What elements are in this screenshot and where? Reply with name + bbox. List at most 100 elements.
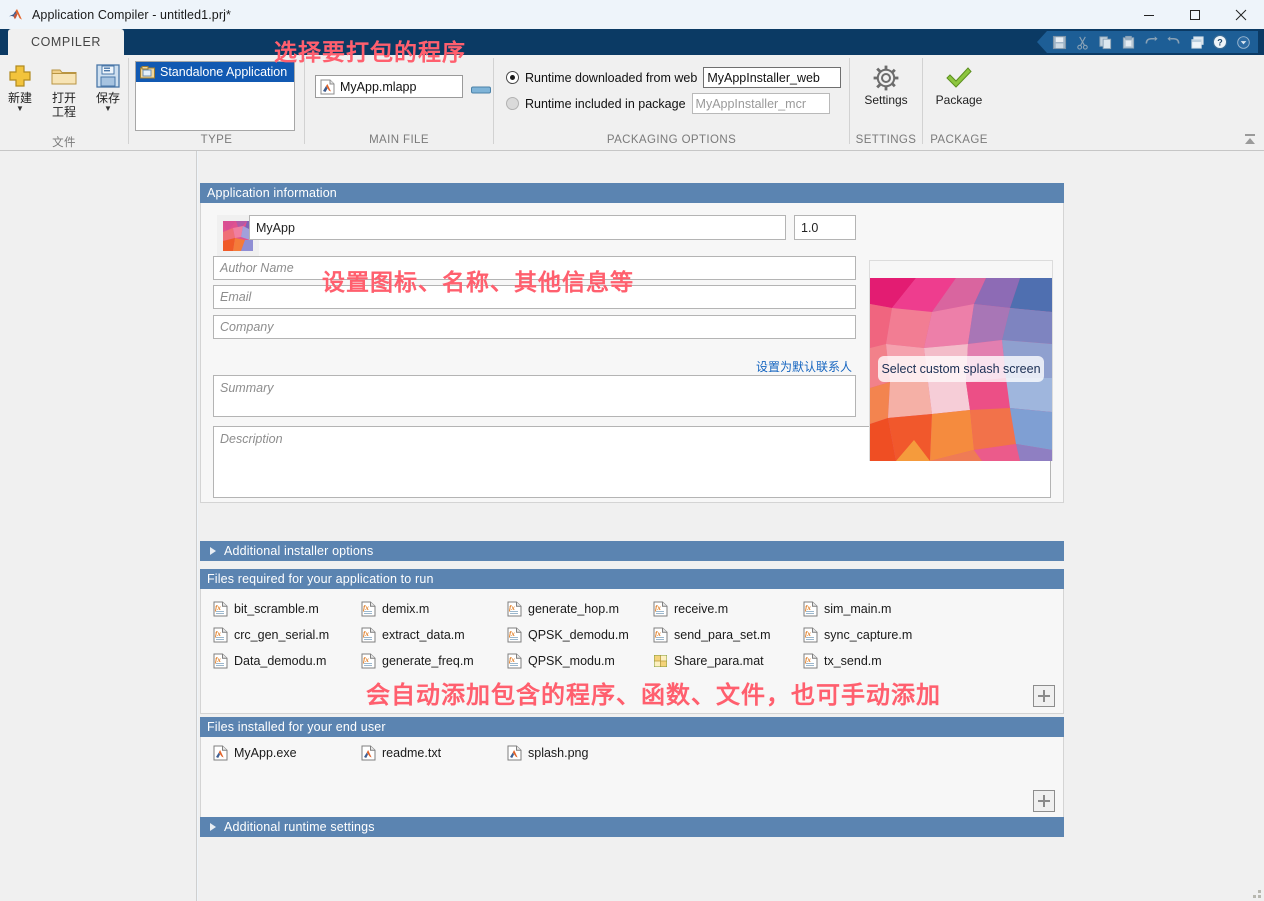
quick-access-buttons: ?	[1047, 31, 1258, 53]
type-listbox[interactable]: Standalone Application	[135, 61, 295, 131]
copy-icon[interactable]	[1095, 33, 1115, 52]
help-icon[interactable]: ?	[1210, 33, 1230, 52]
svg-text:fx: fx	[215, 630, 221, 638]
m-file-icon: fx	[803, 653, 818, 669]
close-button[interactable]	[1218, 0, 1264, 29]
group-label-settings: SETTINGS	[855, 134, 917, 146]
list-item[interactable]: MyApp.exe	[213, 745, 297, 761]
m-file-icon: fx	[803, 601, 818, 617]
mlapp-file-icon	[320, 79, 335, 95]
list-item[interactable]: fx tx_send.m	[803, 653, 882, 669]
email-field[interactable]: Email	[213, 285, 856, 309]
maximize-button[interactable]	[1172, 0, 1218, 29]
file-name: QPSK_modu.m	[528, 654, 615, 668]
company-field[interactable]: Company	[213, 315, 856, 339]
save-icon[interactable]	[1049, 33, 1069, 52]
radio-runtime-included[interactable]	[506, 97, 519, 110]
list-item[interactable]: readme.txt	[361, 745, 441, 761]
panel-header-additional-installer-options[interactable]: Additional installer options	[200, 541, 1064, 561]
group-label-package: PACKAGE	[930, 134, 988, 146]
redo-icon[interactable]	[1164, 33, 1184, 52]
main-file-field[interactable]: MyApp.mlapp	[315, 75, 463, 98]
list-item[interactable]: fx generate_hop.m	[507, 601, 619, 617]
m-file-icon: fx	[803, 627, 818, 643]
list-item[interactable]: fx receive.m	[653, 601, 728, 617]
list-item[interactable]: fx QPSK_modu.m	[507, 653, 615, 669]
file-name: splash.png	[528, 746, 589, 760]
list-item[interactable]: fx extract_data.m	[361, 627, 465, 643]
ribbon-group-file: 新建 ▼ 打开 工程 保存 ▼ 文件	[0, 55, 128, 151]
settings-button[interactable]: Settings	[854, 61, 918, 107]
qat-left-cap	[1037, 31, 1047, 53]
radio-runtime-web[interactable]	[506, 71, 519, 84]
group-label-packaging-options: PACKAGING OPTIONS	[606, 134, 737, 146]
file-name: Share_para.mat	[674, 654, 764, 668]
list-item[interactable]: fx Data_demodu.m	[213, 653, 326, 669]
tab-compiler[interactable]: COMPILER	[8, 29, 124, 55]
ribbon-tab-strip: COMPILER ?	[0, 29, 1264, 55]
resize-grip[interactable]	[1248, 885, 1261, 898]
summary-field[interactable]: Summary	[213, 375, 856, 417]
paste-icon[interactable]	[1118, 33, 1138, 52]
ribbon-group-package: Package PACKAGE	[923, 55, 995, 151]
standalone-app-icon	[140, 65, 155, 79]
remove-main-file-button[interactable]	[471, 82, 491, 93]
chevron-down-icon[interactable]: ▼	[16, 104, 24, 113]
add-files-installed-button[interactable]	[1033, 790, 1055, 812]
list-item[interactable]: Share_para.mat	[653, 653, 764, 669]
layout-icon[interactable]	[1187, 33, 1207, 52]
svg-text:?: ?	[1217, 38, 1223, 48]
matlab-icon	[8, 7, 24, 23]
file-name: sync_capture.m	[824, 628, 913, 642]
m-file-icon: fx	[361, 601, 376, 617]
open-project-button[interactable]: 打开 工程	[44, 59, 84, 119]
list-item[interactable]: fx send_para_set.m	[653, 627, 771, 643]
list-item[interactable]: fx crc_gen_serial.m	[213, 627, 329, 643]
author-name-field[interactable]: Author Name	[213, 256, 856, 280]
panel-additional-runtime-settings[interactable]: Additional runtime settings	[200, 817, 1064, 837]
group-label-file: 文件	[52, 137, 76, 149]
cut-icon[interactable]	[1072, 33, 1092, 52]
panel-header-files-installed: Files installed for your end user	[200, 717, 1064, 737]
panel-header-additional-runtime-settings[interactable]: Additional runtime settings	[200, 817, 1064, 837]
installer-name-web-field[interactable]: MyAppInstaller_web	[703, 67, 842, 88]
list-item[interactable]: fx demix.m	[361, 601, 429, 617]
file-name: crc_gen_serial.m	[234, 628, 330, 642]
floppy-save-icon	[93, 61, 123, 91]
list-item[interactable]: fx sim_main.m	[803, 601, 891, 617]
list-item[interactable]: fx generate_freq.m	[361, 653, 474, 669]
file-name: Data_demodu.m	[234, 654, 327, 668]
chevron-down-icon[interactable]: ▼	[104, 104, 112, 113]
svg-text:fx: fx	[509, 656, 515, 664]
packaging-option-included[interactable]: Runtime included in package MyAppInstall…	[506, 93, 841, 114]
save-button[interactable]: 保存 ▼	[88, 59, 128, 113]
new-button[interactable]: 新建 ▼	[0, 59, 40, 113]
list-item[interactable]: splash.png	[507, 745, 588, 761]
panel-additional-installer-options[interactable]: Additional installer options	[200, 541, 1064, 561]
panel-body-files-installed: MyApp.exe readme.txt splash.png	[200, 737, 1064, 819]
main-content: Application information MyApp 1.0 Author…	[198, 151, 1264, 901]
collapse-ribbon-icon[interactable]	[1242, 133, 1258, 147]
chevron-down-icon[interactable]	[1233, 33, 1253, 52]
type-item-label: Standalone Application	[160, 65, 288, 79]
list-item[interactable]: fx sync_capture.m	[803, 627, 912, 643]
add-files-required-button[interactable]	[1033, 685, 1055, 707]
svg-text:fx: fx	[363, 604, 369, 612]
m-file-icon: fx	[361, 653, 376, 669]
list-item[interactable]: fx QPSK_demodu.m	[507, 627, 629, 643]
application-name-field[interactable]: MyApp	[249, 215, 786, 240]
matlab-file-icon	[507, 745, 522, 761]
undo-icon[interactable]	[1141, 33, 1161, 52]
svg-text:fx: fx	[509, 630, 515, 638]
set-default-contact-link[interactable]: 设置为默认联系人	[756, 358, 852, 375]
ribbon-group-packaging-options: Runtime downloaded from web MyAppInstall…	[494, 55, 849, 151]
packaging-option-web[interactable]: Runtime downloaded from web MyAppInstall…	[506, 67, 842, 88]
application-version-field[interactable]: 1.0	[794, 215, 856, 240]
type-item-standalone-application[interactable]: Standalone Application	[136, 62, 294, 82]
select-custom-splash-screen-label[interactable]: Select custom splash screen	[878, 356, 1044, 382]
mat-file-icon	[653, 653, 668, 669]
file-name: generate_hop.m	[528, 602, 620, 616]
package-button[interactable]: Package	[927, 61, 991, 107]
list-item[interactable]: fx bit_scramble.m	[213, 601, 319, 617]
minimize-button[interactable]	[1126, 0, 1172, 29]
